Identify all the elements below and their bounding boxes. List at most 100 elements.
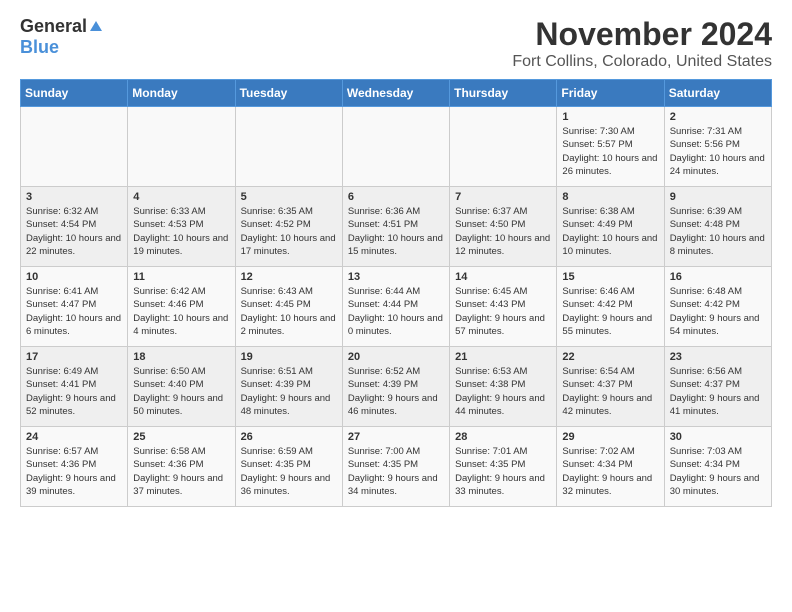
- day-number: 24: [26, 431, 122, 443]
- calendar-week-row: 10 Sunrise: 6:41 AM Sunset: 4:47 PM Dayli…: [21, 267, 772, 347]
- day-number: 9: [670, 191, 766, 203]
- calendar-cell: 20 Sunrise: 6:52 AM Sunset: 4:39 PM Dayli…: [342, 347, 449, 427]
- day-info: Sunrise: 6:59 AM Sunset: 4:35 PM Dayligh…: [241, 445, 337, 498]
- calendar-cell: 24 Sunrise: 6:57 AM Sunset: 4:36 PM Dayli…: [21, 427, 128, 507]
- day-number: 4: [133, 191, 229, 203]
- day-number: 5: [241, 191, 337, 203]
- day-number: 11: [133, 271, 229, 283]
- day-number: 28: [455, 431, 551, 443]
- day-number: 1: [562, 111, 658, 123]
- calendar-cell: [235, 107, 342, 187]
- day-number: 3: [26, 191, 122, 203]
- day-info: Sunrise: 6:43 AM Sunset: 4:45 PM Dayligh…: [241, 285, 337, 338]
- col-header-saturday: Saturday: [664, 80, 771, 107]
- day-info: Sunrise: 6:46 AM Sunset: 4:42 PM Dayligh…: [562, 285, 658, 338]
- day-info: Sunrise: 6:49 AM Sunset: 4:41 PM Dayligh…: [26, 365, 122, 418]
- day-number: 8: [562, 191, 658, 203]
- calendar-cell: 19 Sunrise: 6:51 AM Sunset: 4:39 PM Dayli…: [235, 347, 342, 427]
- day-info: Sunrise: 6:33 AM Sunset: 4:53 PM Dayligh…: [133, 205, 229, 258]
- col-header-tuesday: Tuesday: [235, 80, 342, 107]
- calendar-week-row: 17 Sunrise: 6:49 AM Sunset: 4:41 PM Dayli…: [21, 347, 772, 427]
- col-header-thursday: Thursday: [450, 80, 557, 107]
- calendar-cell: 16 Sunrise: 6:48 AM Sunset: 4:42 PM Dayli…: [664, 267, 771, 347]
- day-info: Sunrise: 6:35 AM Sunset: 4:52 PM Dayligh…: [241, 205, 337, 258]
- day-number: 27: [348, 431, 444, 443]
- day-number: 7: [455, 191, 551, 203]
- calendar-cell: 2 Sunrise: 7:31 AM Sunset: 5:56 PM Daylig…: [664, 107, 771, 187]
- day-info: Sunrise: 6:51 AM Sunset: 4:39 PM Dayligh…: [241, 365, 337, 418]
- day-number: 10: [26, 271, 122, 283]
- day-info: Sunrise: 6:56 AM Sunset: 4:37 PM Dayligh…: [670, 365, 766, 418]
- day-info: Sunrise: 6:37 AM Sunset: 4:50 PM Dayligh…: [455, 205, 551, 258]
- day-info: Sunrise: 6:36 AM Sunset: 4:51 PM Dayligh…: [348, 205, 444, 258]
- calendar-cell: 9 Sunrise: 6:39 AM Sunset: 4:48 PM Daylig…: [664, 187, 771, 267]
- calendar-cell: 18 Sunrise: 6:50 AM Sunset: 4:40 PM Dayli…: [128, 347, 235, 427]
- logo-blue-text: Blue: [20, 37, 59, 58]
- calendar-cell: 22Sunrise: 6:54 AM Sunset: 4:37 PM Dayli…: [557, 347, 664, 427]
- day-number: 26: [241, 431, 337, 443]
- day-info: Sunrise: 6:45 AM Sunset: 4:43 PM Dayligh…: [455, 285, 551, 338]
- calendar-week-row: 3 Sunrise: 6:32 AM Sunset: 4:54 PM Daylig…: [21, 187, 772, 267]
- day-number: 6: [348, 191, 444, 203]
- calendar-week-row: 24 Sunrise: 6:57 AM Sunset: 4:36 PM Dayli…: [21, 427, 772, 507]
- day-info: Sunrise: 6:32 AM Sunset: 4:54 PM Dayligh…: [26, 205, 122, 258]
- day-info: Sunrise: 7:31 AM Sunset: 5:56 PM Dayligh…: [670, 125, 766, 178]
- calendar-cell: 7 Sunrise: 6:37 AM Sunset: 4:50 PM Daylig…: [450, 187, 557, 267]
- day-number: 20: [348, 351, 444, 363]
- calendar-cell: [21, 107, 128, 187]
- day-info: Sunrise: 6:57 AM Sunset: 4:36 PM Dayligh…: [26, 445, 122, 498]
- calendar-table: SundayMondayTuesdayWednesdayThursdayFrid…: [20, 79, 772, 507]
- day-number: 25: [133, 431, 229, 443]
- header: General Blue November 2024 Fort Collins,…: [20, 16, 772, 71]
- col-header-wednesday: Wednesday: [342, 80, 449, 107]
- calendar-cell: 10 Sunrise: 6:41 AM Sunset: 4:47 PM Dayli…: [21, 267, 128, 347]
- logo-general-text: General: [20, 16, 87, 37]
- day-number: 14: [455, 271, 551, 283]
- day-info: Sunrise: 6:39 AM Sunset: 4:48 PM Dayligh…: [670, 205, 766, 258]
- calendar-cell: [450, 107, 557, 187]
- calendar-week-row: 1Sunrise: 7:30 AM Sunset: 5:57 PM Daylig…: [21, 107, 772, 187]
- calendar-cell: 1Sunrise: 7:30 AM Sunset: 5:57 PM Daylig…: [557, 107, 664, 187]
- day-number: 30: [670, 431, 766, 443]
- day-number: 13: [348, 271, 444, 283]
- month-title: November 2024: [512, 16, 772, 53]
- day-info: Sunrise: 7:02 AM Sunset: 4:34 PM Dayligh…: [562, 445, 658, 498]
- day-number: 29: [562, 431, 658, 443]
- day-info: Sunrise: 6:41 AM Sunset: 4:47 PM Dayligh…: [26, 285, 122, 338]
- day-number: 21: [455, 351, 551, 363]
- calendar-cell: 26 Sunrise: 6:59 AM Sunset: 4:35 PM Dayli…: [235, 427, 342, 507]
- day-number: 23: [670, 351, 766, 363]
- location-subtitle: Fort Collins, Colorado, United States: [512, 53, 772, 71]
- day-number: 16: [670, 271, 766, 283]
- day-info: Sunrise: 7:01 AM Sunset: 4:35 PM Dayligh…: [455, 445, 551, 498]
- calendar-cell: 14 Sunrise: 6:45 AM Sunset: 4:43 PM Dayli…: [450, 267, 557, 347]
- day-info: Sunrise: 6:54 AM Sunset: 4:37 PM Dayligh…: [562, 365, 658, 418]
- day-number: 18: [133, 351, 229, 363]
- calendar-cell: 3 Sunrise: 6:32 AM Sunset: 4:54 PM Daylig…: [21, 187, 128, 267]
- day-number: 12: [241, 271, 337, 283]
- col-header-friday: Friday: [557, 80, 664, 107]
- col-header-monday: Monday: [128, 80, 235, 107]
- day-info: Sunrise: 6:48 AM Sunset: 4:42 PM Dayligh…: [670, 285, 766, 338]
- day-number: 15: [562, 271, 658, 283]
- title-area: November 2024 Fort Collins, Colorado, Un…: [512, 16, 772, 71]
- calendar-cell: 17 Sunrise: 6:49 AM Sunset: 4:41 PM Dayli…: [21, 347, 128, 427]
- day-info: Sunrise: 6:50 AM Sunset: 4:40 PM Dayligh…: [133, 365, 229, 418]
- day-info: Sunrise: 6:53 AM Sunset: 4:38 PM Dayligh…: [455, 365, 551, 418]
- day-info: Sunrise: 6:52 AM Sunset: 4:39 PM Dayligh…: [348, 365, 444, 418]
- logo: General Blue: [20, 16, 105, 58]
- calendar-cell: 11 Sunrise: 6:42 AM Sunset: 4:46 PM Dayli…: [128, 267, 235, 347]
- calendar-cell: 12 Sunrise: 6:43 AM Sunset: 4:45 PM Dayli…: [235, 267, 342, 347]
- calendar-cell: 5 Sunrise: 6:35 AM Sunset: 4:52 PM Daylig…: [235, 187, 342, 267]
- calendar-cell: 30Sunrise: 7:03 AM Sunset: 4:34 PM Dayli…: [664, 427, 771, 507]
- col-header-sunday: Sunday: [21, 80, 128, 107]
- calendar-cell: 21 Sunrise: 6:53 AM Sunset: 4:38 PM Dayli…: [450, 347, 557, 427]
- day-info: Sunrise: 6:42 AM Sunset: 4:46 PM Dayligh…: [133, 285, 229, 338]
- day-number: 17: [26, 351, 122, 363]
- day-number: 2: [670, 111, 766, 123]
- calendar-cell: 8 Sunrise: 6:38 AM Sunset: 4:49 PM Daylig…: [557, 187, 664, 267]
- day-info: Sunrise: 6:38 AM Sunset: 4:49 PM Dayligh…: [562, 205, 658, 258]
- day-info: Sunrise: 7:00 AM Sunset: 4:35 PM Dayligh…: [348, 445, 444, 498]
- calendar-cell: 13Sunrise: 6:44 AM Sunset: 4:44 PM Dayli…: [342, 267, 449, 347]
- day-number: 19: [241, 351, 337, 363]
